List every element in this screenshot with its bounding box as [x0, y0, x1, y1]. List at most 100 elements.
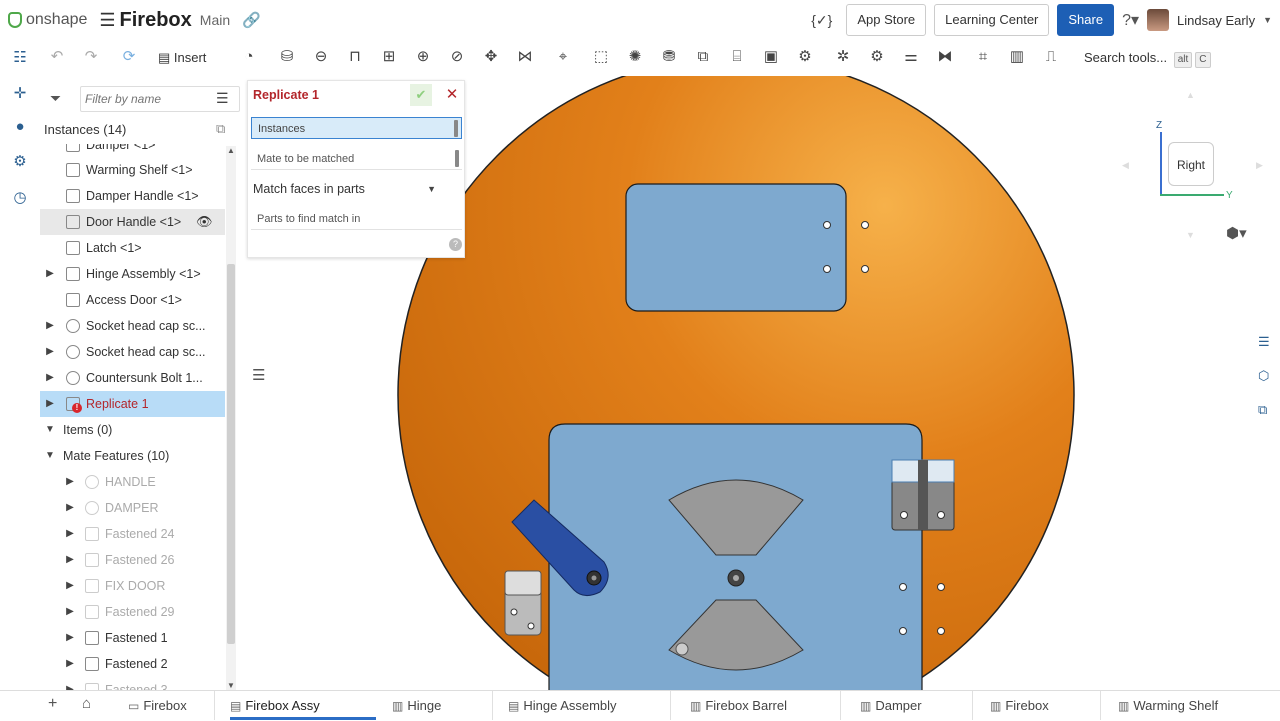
explode-icon[interactable]: ✺: [624, 46, 646, 68]
settings-icon[interactable]: ✲: [832, 46, 854, 68]
list-item[interactable]: ▼ Items (0): [40, 417, 225, 443]
gears-icon[interactable]: ⚙: [794, 46, 816, 68]
eye-icon[interactable]: 👁: [196, 209, 213, 235]
replace-icon[interactable]: ▣: [760, 46, 782, 68]
instances-header[interactable]: Instances (14): [44, 122, 126, 137]
display-states-icon[interactable]: ⎍: [1040, 46, 1062, 68]
expand-chevron-icon[interactable]: ▶: [44, 339, 56, 365]
tab-hinge[interactable]: ▥ Hinge: [392, 691, 441, 720]
list-view-icon[interactable]: ☰: [216, 90, 229, 107]
bom-icon[interactable]: ▥: [1006, 46, 1028, 68]
match-type-select[interactable]: Match faces in parts ▼: [253, 179, 436, 199]
gear-relation-icon[interactable]: ⚙: [866, 46, 888, 68]
user-menu-chevron-icon[interactable]: ▼: [1263, 15, 1272, 25]
close-icon[interactable]: ✕: [442, 84, 462, 106]
mate-to-be-matched-field[interactable]: Mate to be matched: [251, 148, 462, 170]
list-item[interactable]: Door Handle <1> 👁: [40, 209, 225, 235]
undo-icon[interactable]: ↶: [46, 46, 68, 68]
expand-chevron-icon[interactable]: ▶: [64, 521, 76, 547]
relation-icon[interactable]: ⛃: [658, 46, 680, 68]
feature-list-toggle-icon[interactable]: ☰: [252, 366, 265, 384]
add-folder-icon[interactable]: ⧉: [216, 121, 225, 137]
damper-knob[interactable]: [675, 642, 689, 656]
list-item[interactable]: ▶ Fastened 24: [40, 521, 225, 547]
warming-shelf-cutout[interactable]: [625, 183, 847, 312]
list-item[interactable]: Warming Shelf <1>: [40, 157, 225, 183]
ball-mate-icon[interactable]: ⋈: [514, 46, 536, 68]
onshape-logo[interactable]: onshape: [8, 11, 87, 29]
expand-chevron-icon[interactable]: ▶: [64, 599, 76, 625]
instances-field[interactable]: Instances: [251, 117, 462, 139]
tab-hinge-assembly[interactable]: ▤ Hinge Assembly: [508, 691, 617, 720]
accept-check-icon[interactable]: ✔: [410, 84, 432, 106]
expand-chevron-icon[interactable]: ▶: [64, 469, 76, 495]
linear-relation-icon[interactable]: ⌗: [972, 46, 994, 68]
list-item[interactable]: ▶ HANDLE: [40, 469, 225, 495]
list-item[interactable]: ▶ Countersunk Bolt 1...: [40, 365, 225, 391]
expand-chevron-icon[interactable]: ▶: [64, 651, 76, 677]
list-item[interactable]: Damper <1>: [40, 144, 225, 158]
insert-button[interactable]: ▤ Insert: [158, 46, 206, 70]
tab-firebox-folder[interactable]: ▭ Firebox: [128, 691, 187, 720]
expand-chevron-icon[interactable]: ▶: [44, 391, 56, 417]
share-button[interactable]: Share: [1057, 4, 1115, 36]
expand-chevron-icon[interactable]: ▶: [44, 365, 56, 391]
tree-scrollbar[interactable]: ▲ ▼: [226, 146, 236, 690]
filter-icon[interactable]: ⏷: [50, 90, 61, 107]
home-icon[interactable]: ⌂: [82, 695, 91, 712]
view-mode-cube-icon[interactable]: ⬢▾: [1226, 224, 1247, 242]
help-icon[interactable]: ?▾: [1122, 10, 1139, 30]
scroll-up-icon[interactable]: ▲: [227, 146, 235, 155]
tab-firebox-assy[interactable]: ▤ Firebox Assy: [230, 691, 376, 720]
expand-chevron-icon[interactable]: ▶: [64, 625, 76, 651]
revolute-mate-icon[interactable]: ⊓: [344, 46, 366, 68]
variables-icon[interactable]: {✓}: [811, 12, 832, 29]
add-tab-icon[interactable]: +: [48, 695, 57, 713]
list-item[interactable]: ▶ Fastened 2: [40, 651, 225, 677]
learning-center-button[interactable]: Learning Center: [934, 4, 1050, 36]
tab-damper[interactable]: ▥ Damper: [860, 691, 922, 720]
fastened-mate-icon[interactable]: ⊖: [310, 46, 332, 68]
pin-slot-mate-icon[interactable]: ✥: [480, 46, 502, 68]
expand-chevron-icon[interactable]: ▶: [64, 495, 76, 521]
list-item[interactable]: ▶ Fastened 1: [40, 625, 225, 651]
section-view-icon[interactable]: ⬚: [590, 46, 612, 68]
tab-firebox-barrel[interactable]: ▥ Firebox Barrel: [690, 691, 787, 720]
replicate-icon[interactable]: ◔: [238, 46, 260, 68]
slider-mate-icon[interactable]: ⊞: [378, 46, 400, 68]
rack-pinion-icon[interactable]: ⚌: [900, 46, 922, 68]
hamburger-menu-icon[interactable]: ☰: [99, 10, 115, 31]
scroll-down-icon[interactable]: ▼: [227, 681, 235, 690]
pattern-icon[interactable]: ⛁: [276, 46, 298, 68]
collapse-chevron-icon[interactable]: ▼: [44, 417, 56, 443]
view-cube-face[interactable]: Right: [1168, 142, 1214, 186]
help-circle-icon[interactable]: ?: [449, 238, 462, 251]
link-icon[interactable]: 🔗: [242, 11, 261, 29]
list-item[interactable]: Latch <1>: [40, 235, 225, 261]
screw-relation-icon[interactable]: ⧓: [934, 46, 956, 68]
list-item[interactable]: Damper Handle <1>: [40, 183, 225, 209]
expand-chevron-icon[interactable]: ▶: [44, 261, 56, 287]
planar-mate-icon[interactable]: ⊕: [412, 46, 434, 68]
expand-chevron-icon[interactable]: ▶: [44, 313, 56, 339]
avatar[interactable]: [1147, 9, 1170, 31]
user-name[interactable]: Lindsay Early: [1177, 13, 1255, 28]
list-item[interactable]: ▶ Socket head cap sc...: [40, 339, 225, 365]
redo-icon[interactable]: ↷: [80, 46, 102, 68]
expand-chevron-icon[interactable]: ▶: [64, 573, 76, 599]
list-item[interactable]: ▶ Fastened 3: [40, 677, 225, 690]
parts-to-find-match-field[interactable]: Parts to find match in: [251, 208, 462, 230]
list-item[interactable]: ▶ FIX DOOR: [40, 573, 225, 599]
view-cube[interactable]: ▲ ◀ ▶ ▼ Z Y Right: [1120, 90, 1270, 250]
collapse-chevron-icon[interactable]: ▼: [44, 443, 56, 469]
configurations-icon[interactable]: ⧉: [1258, 402, 1267, 418]
regenerate-icon[interactable]: ⟳: [118, 46, 140, 68]
tab-firebox[interactable]: ▥ Firebox: [990, 691, 1049, 720]
document-title[interactable]: Firebox: [120, 9, 192, 32]
list-item[interactable]: ▶ Fastened 26: [40, 547, 225, 573]
list-item-replicate[interactable]: ▶! Replicate 1: [40, 391, 225, 417]
workspace-name[interactable]: Main: [200, 12, 230, 28]
appearances-icon[interactable]: ⬡: [1258, 368, 1269, 384]
tab-warming-shelf[interactable]: ▥ Warming Shelf: [1118, 691, 1218, 720]
expand-chevron-icon[interactable]: ▶: [64, 677, 76, 690]
